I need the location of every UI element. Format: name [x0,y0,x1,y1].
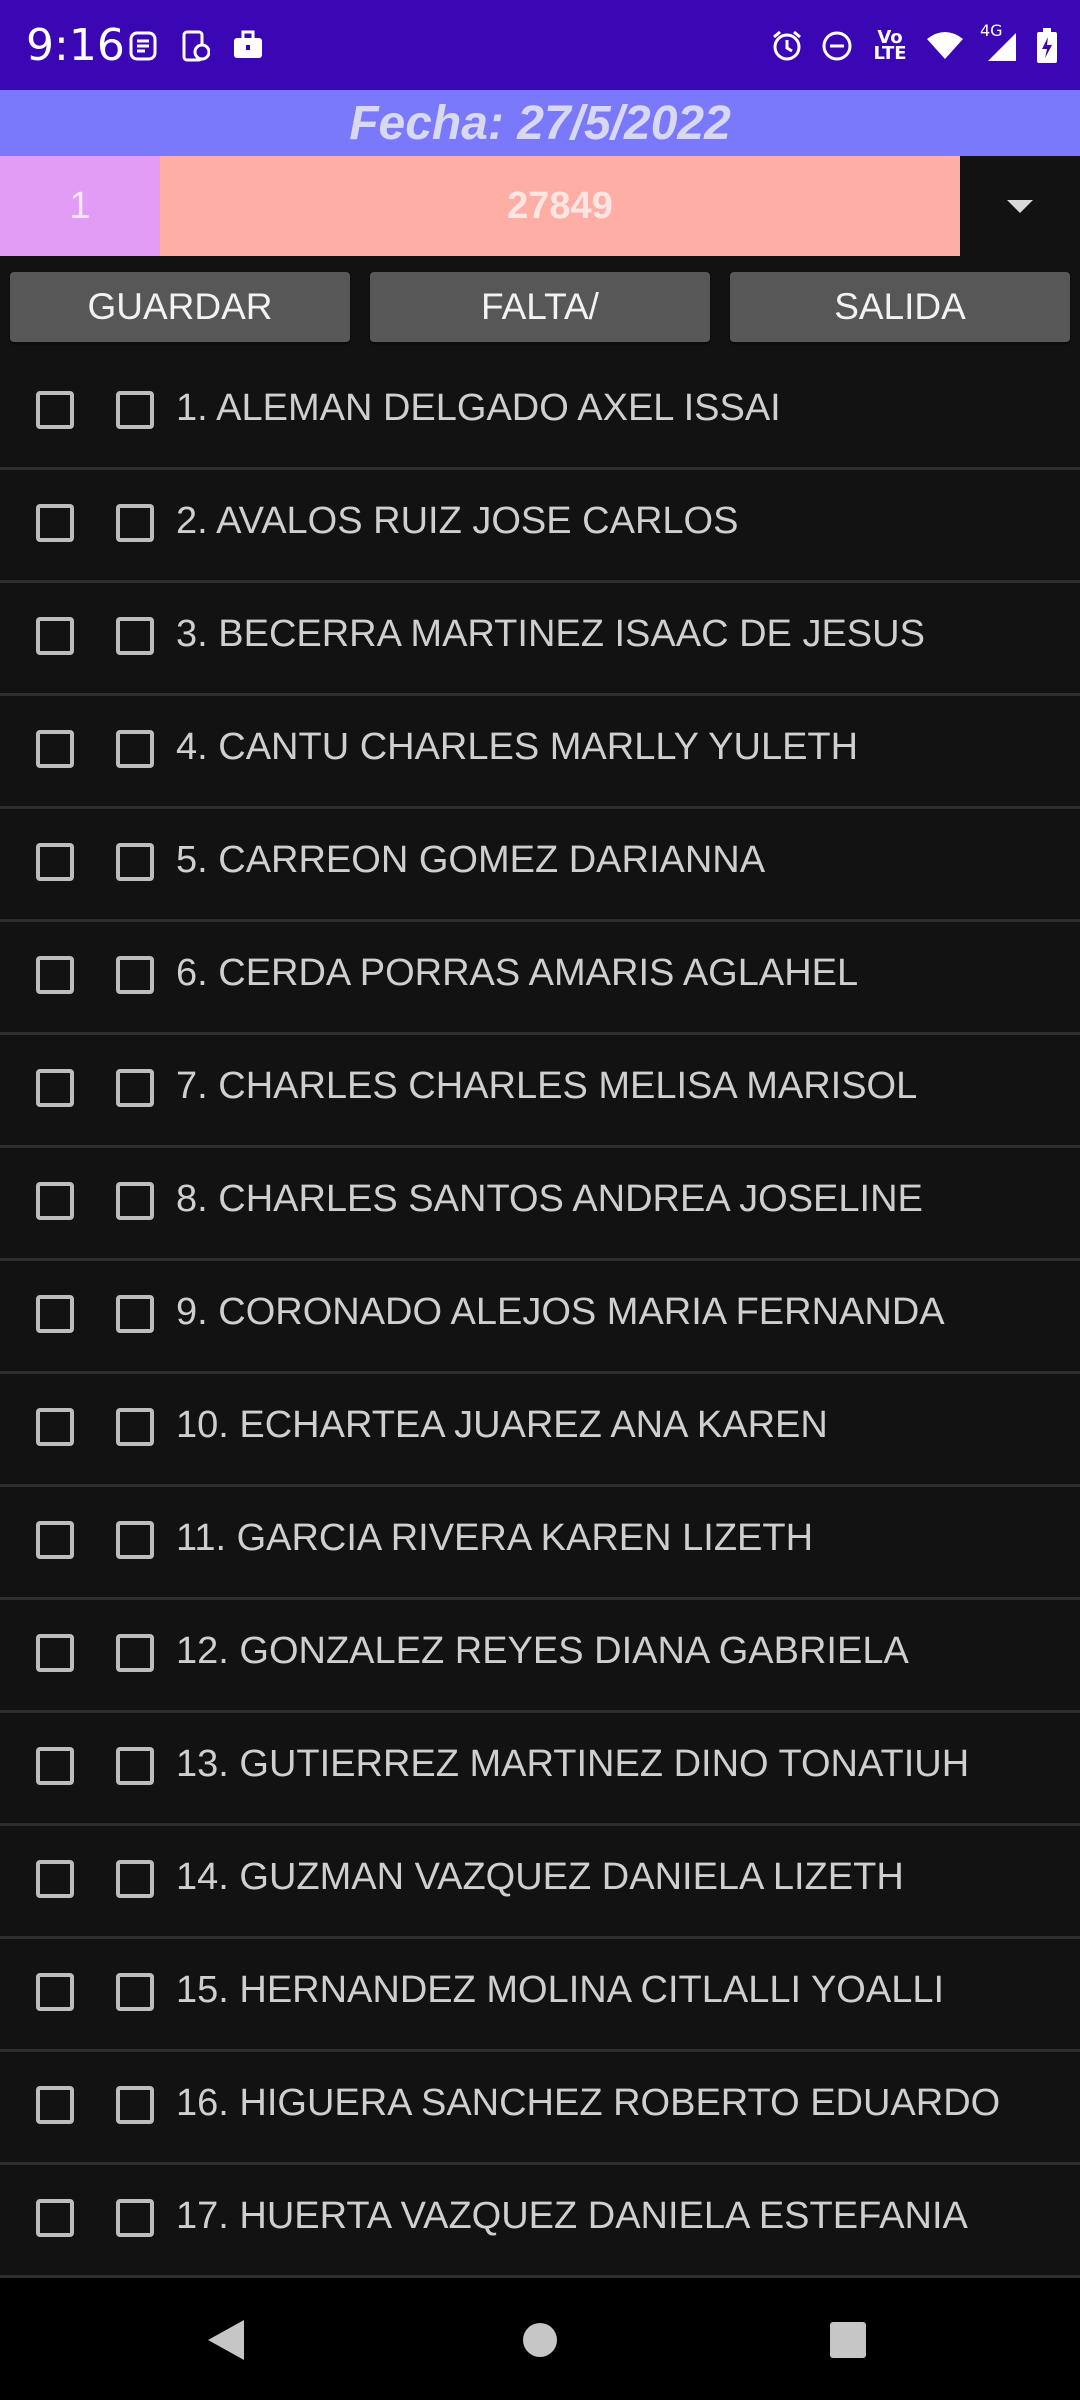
battery-icon [1036,28,1058,64]
4g-signal-icon: 4G [980,23,1020,63]
home-icon[interactable] [520,2320,560,2365]
exit-checkbox[interactable] [116,1069,154,1107]
student-name: 13. GUTIERREZ MARTINEZ DINO TONATIUH [176,1743,970,1785]
attendance-checkbox[interactable] [36,730,74,768]
attendance-checkbox[interactable] [36,504,74,542]
list-item[interactable]: 2. AVALOS RUIZ JOSE CARLOS [0,470,1080,583]
student-name: 8. CHARLES SANTOS ANDREA JOSELINE [176,1178,923,1220]
student-name: 4. CANTU CHARLES MARLLY YULETH [176,726,859,768]
exit-checkbox[interactable] [116,1295,154,1333]
student-name: 11. GARCIA RIVERA KAREN LIZETH [176,1517,814,1559]
save-button[interactable]: GUARDAR [10,272,350,342]
student-name: 17. HUERTA VAZQUEZ DANIELA ESTEFANIA [176,2195,968,2237]
list-item[interactable]: 16. HIGUERA SANCHEZ ROBERTO EDUARDO [0,2052,1080,2165]
student-name: 1. ALEMAN DELGADO AXEL ISSAI [176,387,781,429]
action-buttons: GUARDAR FALTA/ SALIDA [10,272,1070,342]
attendance-checkbox[interactable] [36,956,74,994]
list-item[interactable]: 11. GARCIA RIVERA KAREN LIZETH [0,1487,1080,1600]
page-title: Fecha: 27/5/2022 [349,96,731,150]
student-name: 9. CORONADO ALEJOS MARIA FERNANDA [176,1291,945,1333]
class-code-field[interactable]: 27849 [160,156,960,256]
exit-checkbox[interactable] [116,1182,154,1220]
class-dropdown[interactable] [960,156,1080,256]
list-item[interactable]: 12. GONZALEZ REYES DIANA GABRIELA [0,1600,1080,1713]
list-item[interactable]: 10. ECHARTEA JUAREZ ANA KAREN [0,1374,1080,1487]
exit-checkbox[interactable] [116,504,154,542]
list-item[interactable]: 8. CHARLES SANTOS ANDREA JOSELINE [0,1148,1080,1261]
exit-checkbox[interactable] [116,1521,154,1559]
attendance-checkbox[interactable] [36,1521,74,1559]
nfc-icon [128,30,158,62]
work-bag-icon [232,30,264,62]
volte-icon: Vo LTE [873,27,907,64]
exit-button[interactable]: SALIDA [730,272,1070,342]
exit-checkbox[interactable] [116,2199,154,2237]
exit-checkbox[interactable] [116,1408,154,1446]
attendance-checkbox[interactable] [36,1860,74,1898]
student-name: 3. BECERRA MARTINEZ ISAAC DE JESUS [176,613,925,655]
attendance-checkbox[interactable] [36,1973,74,2011]
list-item[interactable]: 17. HUERTA VAZQUEZ DANIELA ESTEFANIA [0,2165,1080,2278]
student-name: 6. CERDA PORRAS AMARIS AGLAHEL [176,952,859,994]
date-header: Fecha: 27/5/2022 [0,90,1080,156]
attendance-screen: 9:16 Vo LTE 4G Fecha: 27/5/2022 1 27849 … [0,0,1080,2400]
list-item[interactable]: 14. GUZMAN VAZQUEZ DANIELA LIZETH [0,1826,1080,1939]
student-name: 12. GONZALEZ REYES DIANA GABRIELA [176,1630,909,1672]
list-item[interactable]: 13. GUTIERREZ MARTINEZ DINO TONATIUH [0,1713,1080,1826]
student-name: 14. GUZMAN VAZQUEZ DANIELA LIZETH [176,1856,904,1898]
group-number-field[interactable]: 1 [0,156,160,256]
list-item[interactable]: 1. ALEMAN DELGADO AXEL ISSAI [0,357,1080,470]
status-bar: 9:16 Vo LTE 4G [0,0,1080,90]
status-time: 9:16 [26,20,125,71]
list-item[interactable]: 7. CHARLES CHARLES MELISA MARISOL [0,1035,1080,1148]
exit-checkbox[interactable] [116,1634,154,1672]
dropdown-arrow-icon [1007,199,1033,213]
exit-checkbox[interactable] [116,2086,154,2124]
attendance-checkbox[interactable] [36,1069,74,1107]
exit-checkbox[interactable] [116,1747,154,1785]
exit-checkbox[interactable] [116,1860,154,1898]
wifi-icon [926,31,964,61]
list-item[interactable]: 5. CARREON GOMEZ DARIANNA [0,809,1080,922]
attendance-checkbox[interactable] [36,1408,74,1446]
recents-icon[interactable] [828,2320,868,2365]
list-item[interactable]: 9. CORONADO ALEJOS MARIA FERNANDA [0,1261,1080,1374]
student-list[interactable]: 1. ALEMAN DELGADO AXEL ISSAI 2. AVALOS RU… [0,357,1080,2278]
exit-checkbox[interactable] [116,730,154,768]
phone-sync-icon [180,30,210,62]
attendance-checkbox[interactable] [36,1182,74,1220]
back-icon[interactable] [206,2318,246,2367]
student-name: 5. CARREON GOMEZ DARIANNA [176,839,766,881]
status-left-icons [128,30,264,62]
attendance-checkbox[interactable] [36,2086,74,2124]
attendance-checkbox[interactable] [36,617,74,655]
list-item[interactable]: 3. BECERRA MARTINEZ ISAAC DE JESUS [0,583,1080,696]
list-item[interactable]: 4. CANTU CHARLES MARLLY YULETH [0,696,1080,809]
attendance-checkbox[interactable] [36,843,74,881]
exit-checkbox[interactable] [116,617,154,655]
exit-checkbox[interactable] [116,1973,154,2011]
list-item[interactable]: 6. CERDA PORRAS AMARIS AGLAHEL [0,922,1080,1035]
attendance-checkbox[interactable] [36,1634,74,1672]
attendance-checkbox[interactable] [36,1747,74,1785]
absence-button[interactable]: FALTA/ [370,272,710,342]
attendance-checkbox[interactable] [36,391,74,429]
list-item[interactable]: 15. HERNANDEZ MOLINA CITLALLI YOALLI [0,1939,1080,2052]
student-name: 10. ECHARTEA JUAREZ ANA KAREN [176,1404,828,1446]
do-not-disturb-icon [820,29,854,63]
exit-checkbox[interactable] [116,391,154,429]
navigation-bar [0,2278,1080,2400]
student-name: 16. HIGUERA SANCHEZ ROBERTO EDUARDO [176,2082,1001,2124]
alarm-icon [770,29,804,63]
selector-row: 1 27849 [0,156,1080,256]
exit-checkbox[interactable] [116,956,154,994]
attendance-checkbox[interactable] [36,1295,74,1333]
student-name: 15. HERNANDEZ MOLINA CITLALLI YOALLI [176,1969,945,2011]
attendance-checkbox[interactable] [36,2199,74,2237]
student-name: 7. CHARLES CHARLES MELISA MARISOL [176,1065,918,1107]
status-right-icons: Vo LTE 4G [770,23,1058,64]
student-name: 2. AVALOS RUIZ JOSE CARLOS [176,500,739,542]
exit-checkbox[interactable] [116,843,154,881]
